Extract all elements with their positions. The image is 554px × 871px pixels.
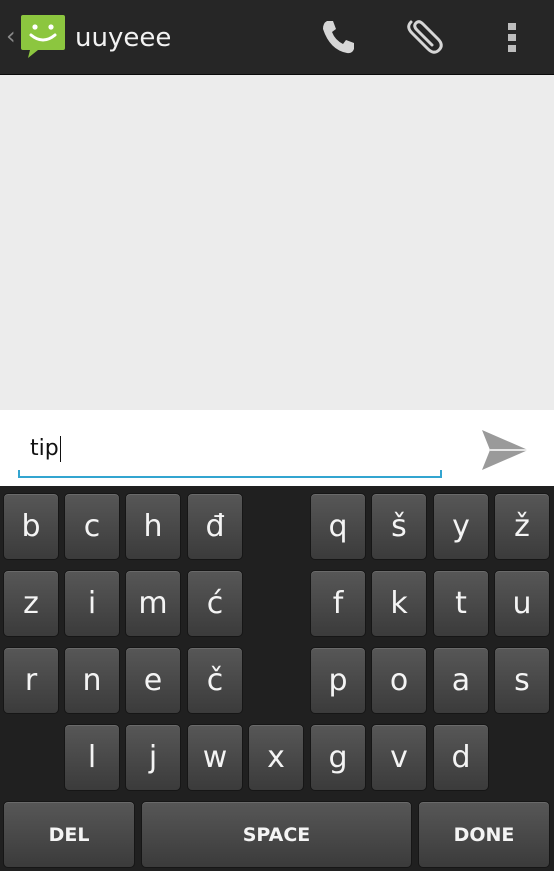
key[interactable]: p [310,647,366,714]
key[interactable]: ć [187,570,243,637]
key[interactable]: đ [187,493,243,560]
on-screen-keyboard: b c h đ q š y ž z i m ć f k t u r n e č … [0,486,554,871]
key[interactable]: n [64,647,120,714]
text-cursor [59,436,61,462]
message-list[interactable] [0,75,554,410]
key[interactable]: j [125,724,181,791]
key[interactable]: z [3,570,59,637]
key[interactable]: w [187,724,243,791]
message-input[interactable]: tip [18,424,442,478]
send-button[interactable] [476,426,532,474]
key[interactable]: f [310,570,366,637]
key[interactable]: m [125,570,181,637]
key[interactable]: ž [494,493,550,560]
key[interactable]: c [64,493,120,560]
key[interactable]: d [433,724,489,791]
key[interactable]: i [64,570,120,637]
key[interactable]: s [494,647,550,714]
key[interactable]: q [310,493,366,560]
action-bar: ‹ uuyeee [0,0,554,75]
key[interactable]: l [64,724,120,791]
paperclip-icon[interactable] [402,14,446,60]
compose-bar: tip [0,410,554,486]
messaging-smiley-icon[interactable] [20,13,66,59]
del-key[interactable]: DEL [3,801,135,868]
key[interactable]: h [125,493,181,560]
phone-icon[interactable] [316,14,360,60]
key[interactable]: š [371,493,427,560]
message-input-text: tip [30,436,59,461]
key[interactable]: g [310,724,366,791]
key[interactable]: x [248,724,304,791]
key[interactable]: č [187,647,243,714]
done-key[interactable]: DONE [418,801,550,868]
key[interactable]: r [3,647,59,714]
overflow-menu-icon[interactable] [490,14,534,60]
send-icon [482,430,528,470]
key[interactable]: y [433,493,489,560]
key[interactable]: u [494,570,550,637]
key[interactable]: k [371,570,427,637]
key[interactable]: o [371,647,427,714]
back-chevron-icon[interactable]: ‹ [6,22,16,50]
key[interactable]: v [371,724,427,791]
key[interactable]: b [3,493,59,560]
space-key[interactable]: SPACE [141,801,412,868]
key[interactable]: t [433,570,489,637]
key[interactable]: e [125,647,181,714]
key[interactable]: a [433,647,489,714]
conversation-title[interactable]: uuyeee [75,21,171,55]
